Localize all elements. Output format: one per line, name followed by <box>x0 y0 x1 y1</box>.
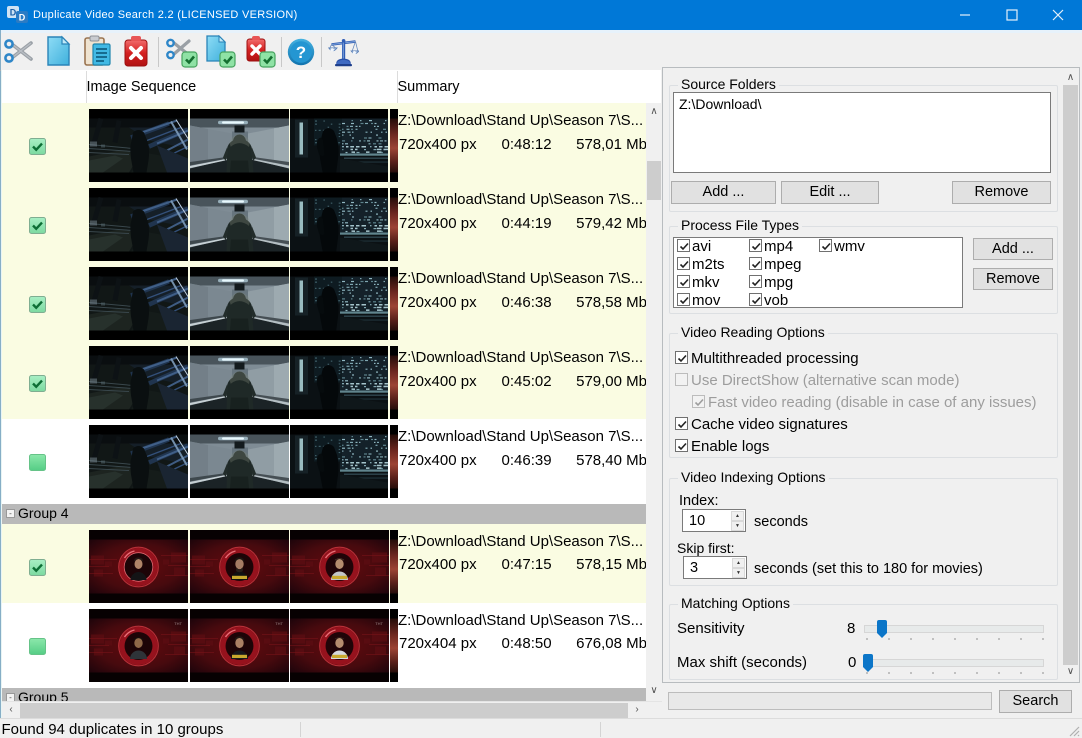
svg-text:?: ? <box>296 43 306 62</box>
svg-text:D: D <box>19 13 26 23</box>
svg-text:D: D <box>10 8 17 18</box>
